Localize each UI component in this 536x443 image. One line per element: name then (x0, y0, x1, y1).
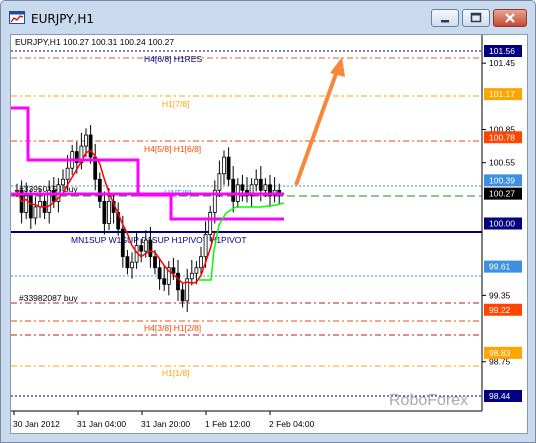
price-chart[interactable]: H4[6/8] H1RES H1[7/8] H4[5/8] H1[6/8] H1… (11, 35, 527, 433)
candle-body (28, 195, 33, 219)
candle-body (102, 200, 107, 224)
candle-body (189, 272, 194, 280)
candle-body (199, 256, 203, 269)
candle-body (65, 167, 70, 180)
price-badge-label: 101.56 (489, 46, 515, 56)
candle-body (120, 228, 125, 258)
candle-body (157, 267, 162, 280)
forecast-arrow-head (330, 57, 345, 77)
pivot-caption: MN1SUP W1SUP D1SUP H1PIVOT H1PIVOT (71, 235, 247, 245)
time-tick-label: 31 Jan 20:00 (141, 419, 190, 429)
level-label-h4-68-h1res: H4[6/8] H1RES (144, 54, 202, 64)
price-badge-label: 98.83 (489, 348, 511, 358)
candle-body (153, 256, 157, 269)
candle-body (240, 184, 245, 191)
price-tick-label: 101.45 (489, 58, 515, 68)
candle-body (258, 178, 263, 191)
level-label-h1-78: H1[7/8] (162, 99, 189, 109)
red-indicator-line (16, 149, 216, 285)
candle-body (139, 245, 144, 252)
price-axis-badges: 101.56 101.17 100.78 100.39 100.27 100.00 99.6… (484, 45, 522, 402)
time-tick-label: 1 Feb 12:00 (205, 419, 251, 429)
chart-area[interactable]: H4[6/8] H1RES H1[7/8] H4[5/8] H1[6/8] H1… (10, 34, 528, 434)
candle-body (226, 156, 231, 180)
price-tick-label: 100.55 (489, 158, 515, 168)
price-badge-label: 101.17 (489, 89, 515, 99)
close-icon (505, 13, 515, 23)
maximize-icon (470, 12, 482, 23)
candle-body (222, 156, 226, 175)
window-titlebar[interactable]: EURJPY,H1 (1, 1, 535, 31)
magenta-level-line (11, 106, 284, 221)
maximize-button[interactable] (462, 9, 490, 27)
chart-window-icon (9, 11, 25, 24)
price-badge-label: 100.78 (489, 132, 515, 142)
window-title: EURJPY,H1 (31, 12, 95, 26)
level-label-h1-18: H1[1/8] (162, 368, 189, 378)
price-badge-label: 98.44 (489, 391, 511, 401)
candle-body (217, 173, 222, 191)
minimize-button[interactable] (431, 9, 459, 27)
candle-body (171, 267, 176, 274)
time-tick-label: 30 Jan 2012 (13, 419, 60, 429)
candle-body (33, 206, 38, 219)
candle-body (263, 184, 268, 191)
candle-body (51, 189, 56, 202)
time-axis-labels: 30 Jan 2012 31 Jan 04:00 31 Jan 20:00 1 Feb… (13, 411, 315, 429)
candle-body (107, 200, 111, 224)
minimize-icon (441, 20, 449, 23)
price-tick-label: 99.35 (489, 290, 511, 300)
candle-body (24, 195, 29, 213)
time-tick-label: 31 Jan 04:00 (77, 419, 126, 429)
price-badge-label: 99.61 (489, 262, 511, 272)
level-label-h4-38-h1-28: H4[3/8] H1[2/8] (144, 323, 201, 333)
candle-body (88, 134, 93, 158)
candle-body (84, 134, 88, 147)
watermark: RoboForex (389, 392, 468, 409)
candle-body (231, 178, 236, 202)
candle-body (148, 239, 153, 258)
order-label-2: #33982087 buy (19, 293, 78, 303)
candle-body (61, 178, 65, 186)
price-badge-label: 99.22 (489, 305, 511, 315)
candle-body (203, 234, 208, 258)
candle-body (176, 272, 180, 291)
candle-body (130, 261, 134, 269)
price-badge-label: 100.00 (489, 219, 515, 229)
candle-body (254, 178, 259, 186)
level-label-h4-58-h1-68: H4[5/8] H1[6/8] (144, 144, 201, 154)
time-tick-label: 2 Feb 04:00 (269, 419, 315, 429)
price-badge-label: 100.27 (489, 189, 515, 199)
forecast-arrow (294, 70, 339, 186)
candle-body (208, 212, 213, 235)
close-button[interactable] (493, 9, 527, 27)
candle-body (143, 239, 148, 252)
chart-window: EURJPY,H1 H4[6/8] H1RES H1[7/8] H4[5/8] … (0, 0, 536, 443)
candle-body (97, 178, 102, 202)
candle-body (125, 256, 130, 269)
candle-body (194, 267, 199, 274)
price-badge-label: 100.39 (489, 175, 515, 185)
price-axis-ticks: 101.45100.85100.5599.3598.75 (482, 58, 515, 367)
candle-body (162, 278, 167, 285)
chart-header: EURJPY,H1 100.27 100.31 100.24 100.27 (15, 37, 174, 47)
candle-body (180, 289, 185, 302)
